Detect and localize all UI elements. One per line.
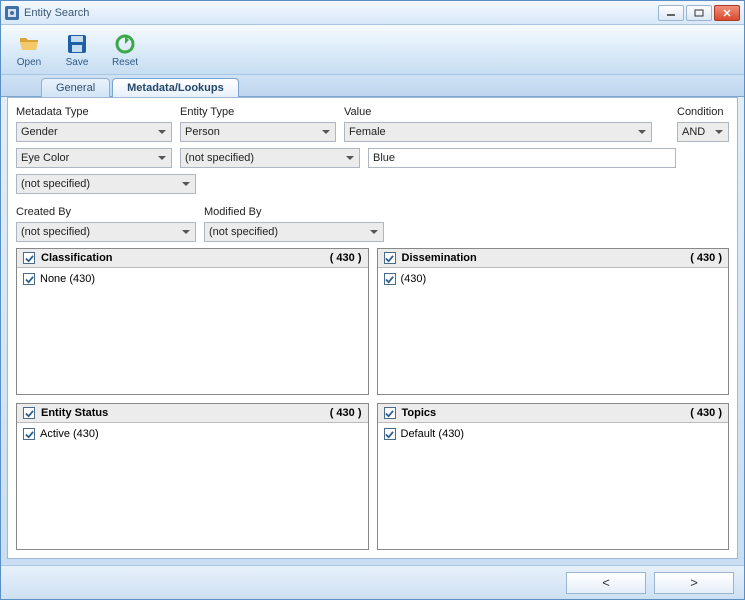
toolbar: Open Save Reset bbox=[1, 25, 744, 75]
list-item[interactable]: Default (430) bbox=[384, 427, 723, 441]
maximize-button[interactable] bbox=[686, 5, 712, 21]
open-label: Open bbox=[17, 57, 41, 68]
reset-label: Reset bbox=[112, 57, 138, 68]
titlebar: Entity Search bbox=[1, 1, 744, 25]
folder-open-icon bbox=[17, 32, 41, 56]
classification-group: Classification ( 430 ) None (430) bbox=[16, 248, 369, 395]
save-icon bbox=[65, 32, 89, 56]
entity-status-body: Active (430) bbox=[17, 423, 368, 549]
entity-status-checkbox[interactable] bbox=[23, 407, 35, 419]
metadata-type-label: Metadata Type bbox=[16, 106, 172, 118]
item-checkbox[interactable] bbox=[23, 273, 35, 285]
topics-title: Topics bbox=[402, 407, 437, 419]
dissemination-body: (430) bbox=[378, 268, 729, 394]
value-label: Value bbox=[344, 106, 652, 118]
item-checkbox[interactable] bbox=[384, 428, 396, 440]
entity-type-select-1[interactable]: (not specified) bbox=[180, 148, 360, 168]
modified-by-label: Modified By bbox=[204, 206, 384, 218]
list-item[interactable]: Active (430) bbox=[23, 427, 362, 441]
list-item[interactable]: None (430) bbox=[23, 272, 362, 286]
item-label: (430) bbox=[401, 273, 427, 285]
tab-metadata-lookups[interactable]: Metadata/Lookups bbox=[112, 78, 239, 97]
modified-by-select[interactable]: (not specified) bbox=[204, 222, 384, 242]
reset-icon bbox=[113, 32, 137, 56]
metadata-type-select-0[interactable]: Gender bbox=[16, 122, 172, 142]
topics-count: ( 430 ) bbox=[690, 407, 722, 419]
item-checkbox[interactable] bbox=[384, 273, 396, 285]
topics-header: Topics ( 430 ) bbox=[378, 404, 729, 423]
entity-type-select-0[interactable]: Person bbox=[180, 122, 336, 142]
tab-general[interactable]: General bbox=[41, 78, 110, 97]
minimize-button[interactable] bbox=[658, 5, 684, 21]
save-label: Save bbox=[66, 57, 89, 68]
created-by-select[interactable]: (not specified) bbox=[16, 222, 196, 242]
entity-status-header: Entity Status ( 430 ) bbox=[17, 404, 368, 423]
dissemination-title: Dissemination bbox=[402, 252, 477, 264]
metadata-type-select-1[interactable]: Eye Color bbox=[16, 148, 172, 168]
tabstrip: General Metadata/Lookups bbox=[1, 75, 744, 97]
dissemination-count: ( 430 ) bbox=[690, 252, 722, 264]
created-by-label: Created By bbox=[16, 206, 196, 218]
window-title: Entity Search bbox=[24, 7, 89, 19]
list-item[interactable]: (430) bbox=[384, 272, 723, 286]
next-button[interactable]: > bbox=[654, 572, 734, 594]
created-modified-row: Created By (not specified) Modified By (… bbox=[16, 206, 729, 242]
condition-label: Condition bbox=[677, 106, 729, 118]
classification-body: None (430) bbox=[17, 268, 368, 394]
topics-group: Topics ( 430 ) Default (430) bbox=[377, 403, 730, 550]
app-icon bbox=[5, 6, 19, 20]
topics-checkbox[interactable] bbox=[384, 407, 396, 419]
classification-count: ( 430 ) bbox=[330, 252, 362, 264]
bottom-nav: < > bbox=[1, 565, 744, 599]
filter-row-1: Eye Color (not specified) Blue bbox=[16, 148, 729, 168]
dissemination-header: Dissemination ( 430 ) bbox=[378, 249, 729, 268]
close-button[interactable] bbox=[714, 5, 740, 21]
window: Entity Search Open Save bbox=[0, 0, 745, 600]
open-button[interactable]: Open bbox=[7, 30, 51, 70]
reset-button[interactable]: Reset bbox=[103, 30, 147, 70]
content-panel: Metadata Type Gender Entity Type Person … bbox=[7, 97, 738, 559]
entity-status-count: ( 430 ) bbox=[330, 407, 362, 419]
classification-header: Classification ( 430 ) bbox=[17, 249, 368, 268]
entity-type-label: Entity Type bbox=[180, 106, 336, 118]
item-label: Default (430) bbox=[401, 428, 465, 440]
groups-grid: Classification ( 430 ) None (430) Dissem… bbox=[16, 248, 729, 550]
window-controls bbox=[658, 5, 740, 21]
metadata-type-select-2[interactable]: (not specified) bbox=[16, 174, 196, 194]
classification-title: Classification bbox=[41, 252, 113, 264]
condition-select-0[interactable]: AND bbox=[677, 122, 729, 142]
value-select-0[interactable]: Female bbox=[344, 122, 652, 142]
entity-status-group: Entity Status ( 430 ) Active (430) bbox=[16, 403, 369, 550]
save-button[interactable]: Save bbox=[55, 30, 99, 70]
dissemination-checkbox[interactable] bbox=[384, 252, 396, 264]
value-input-1[interactable]: Blue bbox=[368, 148, 676, 168]
topics-body: Default (430) bbox=[378, 423, 729, 549]
filter-row-2: (not specified) bbox=[16, 174, 729, 194]
classification-checkbox[interactable] bbox=[23, 252, 35, 264]
prev-button[interactable]: < bbox=[566, 572, 646, 594]
filter-header-row: Metadata Type Gender Entity Type Person … bbox=[16, 106, 729, 142]
item-label: None (430) bbox=[40, 273, 95, 285]
item-label: Active (430) bbox=[40, 428, 99, 440]
dissemination-group: Dissemination ( 430 ) (430) bbox=[377, 248, 730, 395]
entity-status-title: Entity Status bbox=[41, 407, 108, 419]
item-checkbox[interactable] bbox=[23, 428, 35, 440]
